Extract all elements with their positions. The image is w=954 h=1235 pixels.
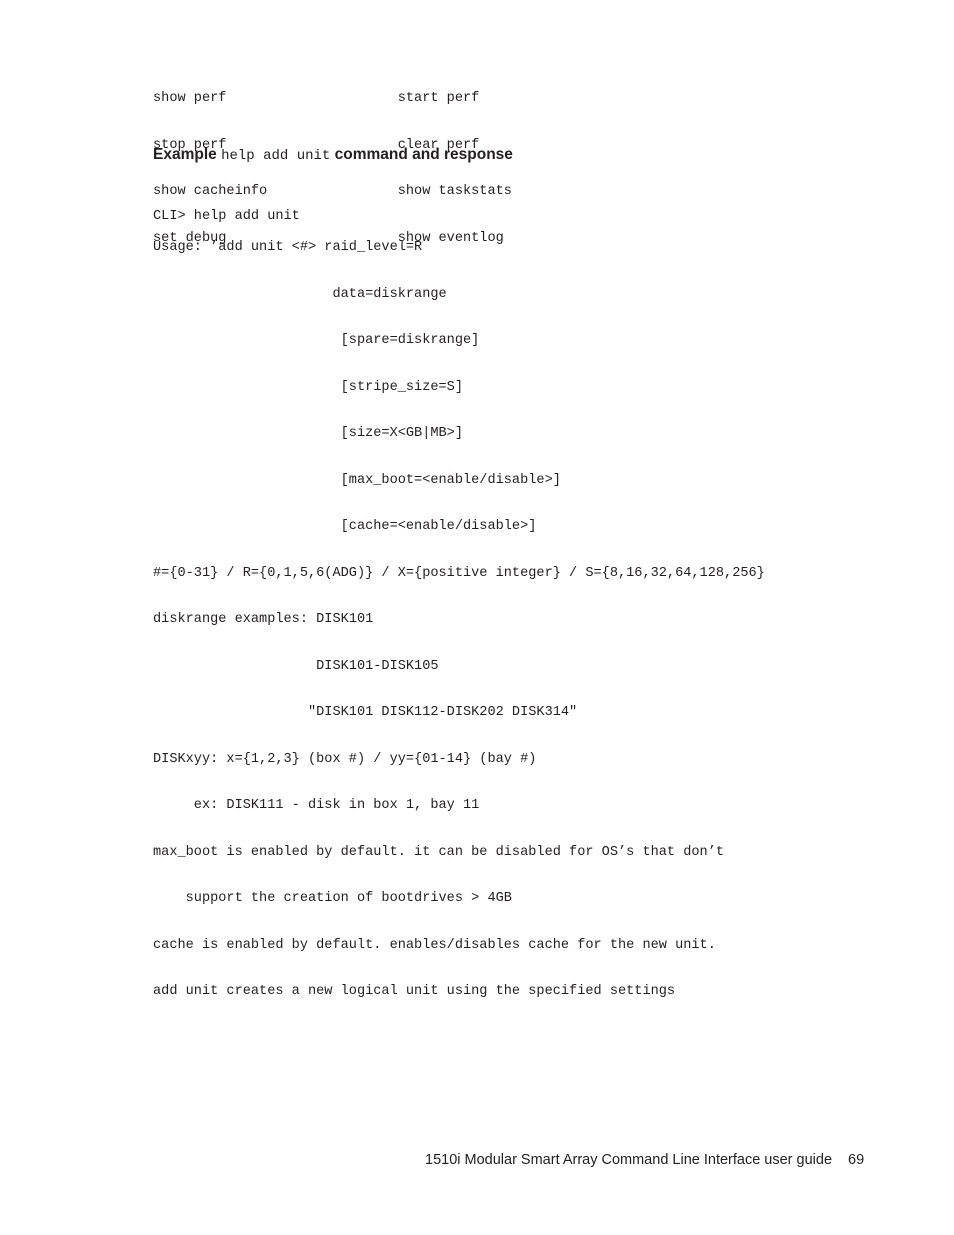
example-label: Example [153,146,217,163]
usage-line: add unit creates a new logical unit usin… [153,984,676,999]
usage-line: max_boot is enabled by default. it can b… [153,844,725,860]
usage-output-block: Usage: ’add unit <#> raid_level=R data=d… [153,209,765,1031]
example-command: help add unit [221,148,331,164]
usage-line: [max_boot=<enable/disable>] [153,472,561,488]
usage-line: [size=X<GB|MB>] [153,426,463,441]
usage-line: DISKxyy: x={1,2,3} (box #) / yy={01-14} … [153,751,537,767]
usage-line: "DISK101 DISK112-DISK202 DISK314" [153,705,578,720]
footer-title: 1510i Modular Smart Array Command Line I… [425,1152,833,1168]
usage-line: cache is enabled by default. enables/dis… [153,937,716,953]
usage-line: [spare=diskrange] [153,333,480,348]
usage-line: [cache=<enable/disable>] [153,519,537,534]
usage-line: ex: DISK111 - disk in box 1, bay 11 [153,798,480,813]
usage-line: DISK101-DISK105 [153,658,439,674]
command-list-row: show perf start perf [153,91,480,106]
page-number: 69 [848,1152,865,1168]
example-suffix: command and response [334,146,513,163]
usage-line: [stripe_size=S] [153,379,463,395]
usage-line: diskrange examples: DISK101 [153,612,374,627]
usage-line: support the creation of bootdrives > 4GB [153,891,512,906]
example-heading: Example help add unit command and respon… [153,145,513,166]
usage-line: #={0-31} / R={0,1,5,6(ADG)} / X={positiv… [153,565,765,581]
usage-line: data=diskrange [153,286,447,302]
usage-line: Usage: ’add unit <#> raid_level=R [153,240,423,255]
document-page: show perf start perf stop perf clear per… [0,0,954,1235]
